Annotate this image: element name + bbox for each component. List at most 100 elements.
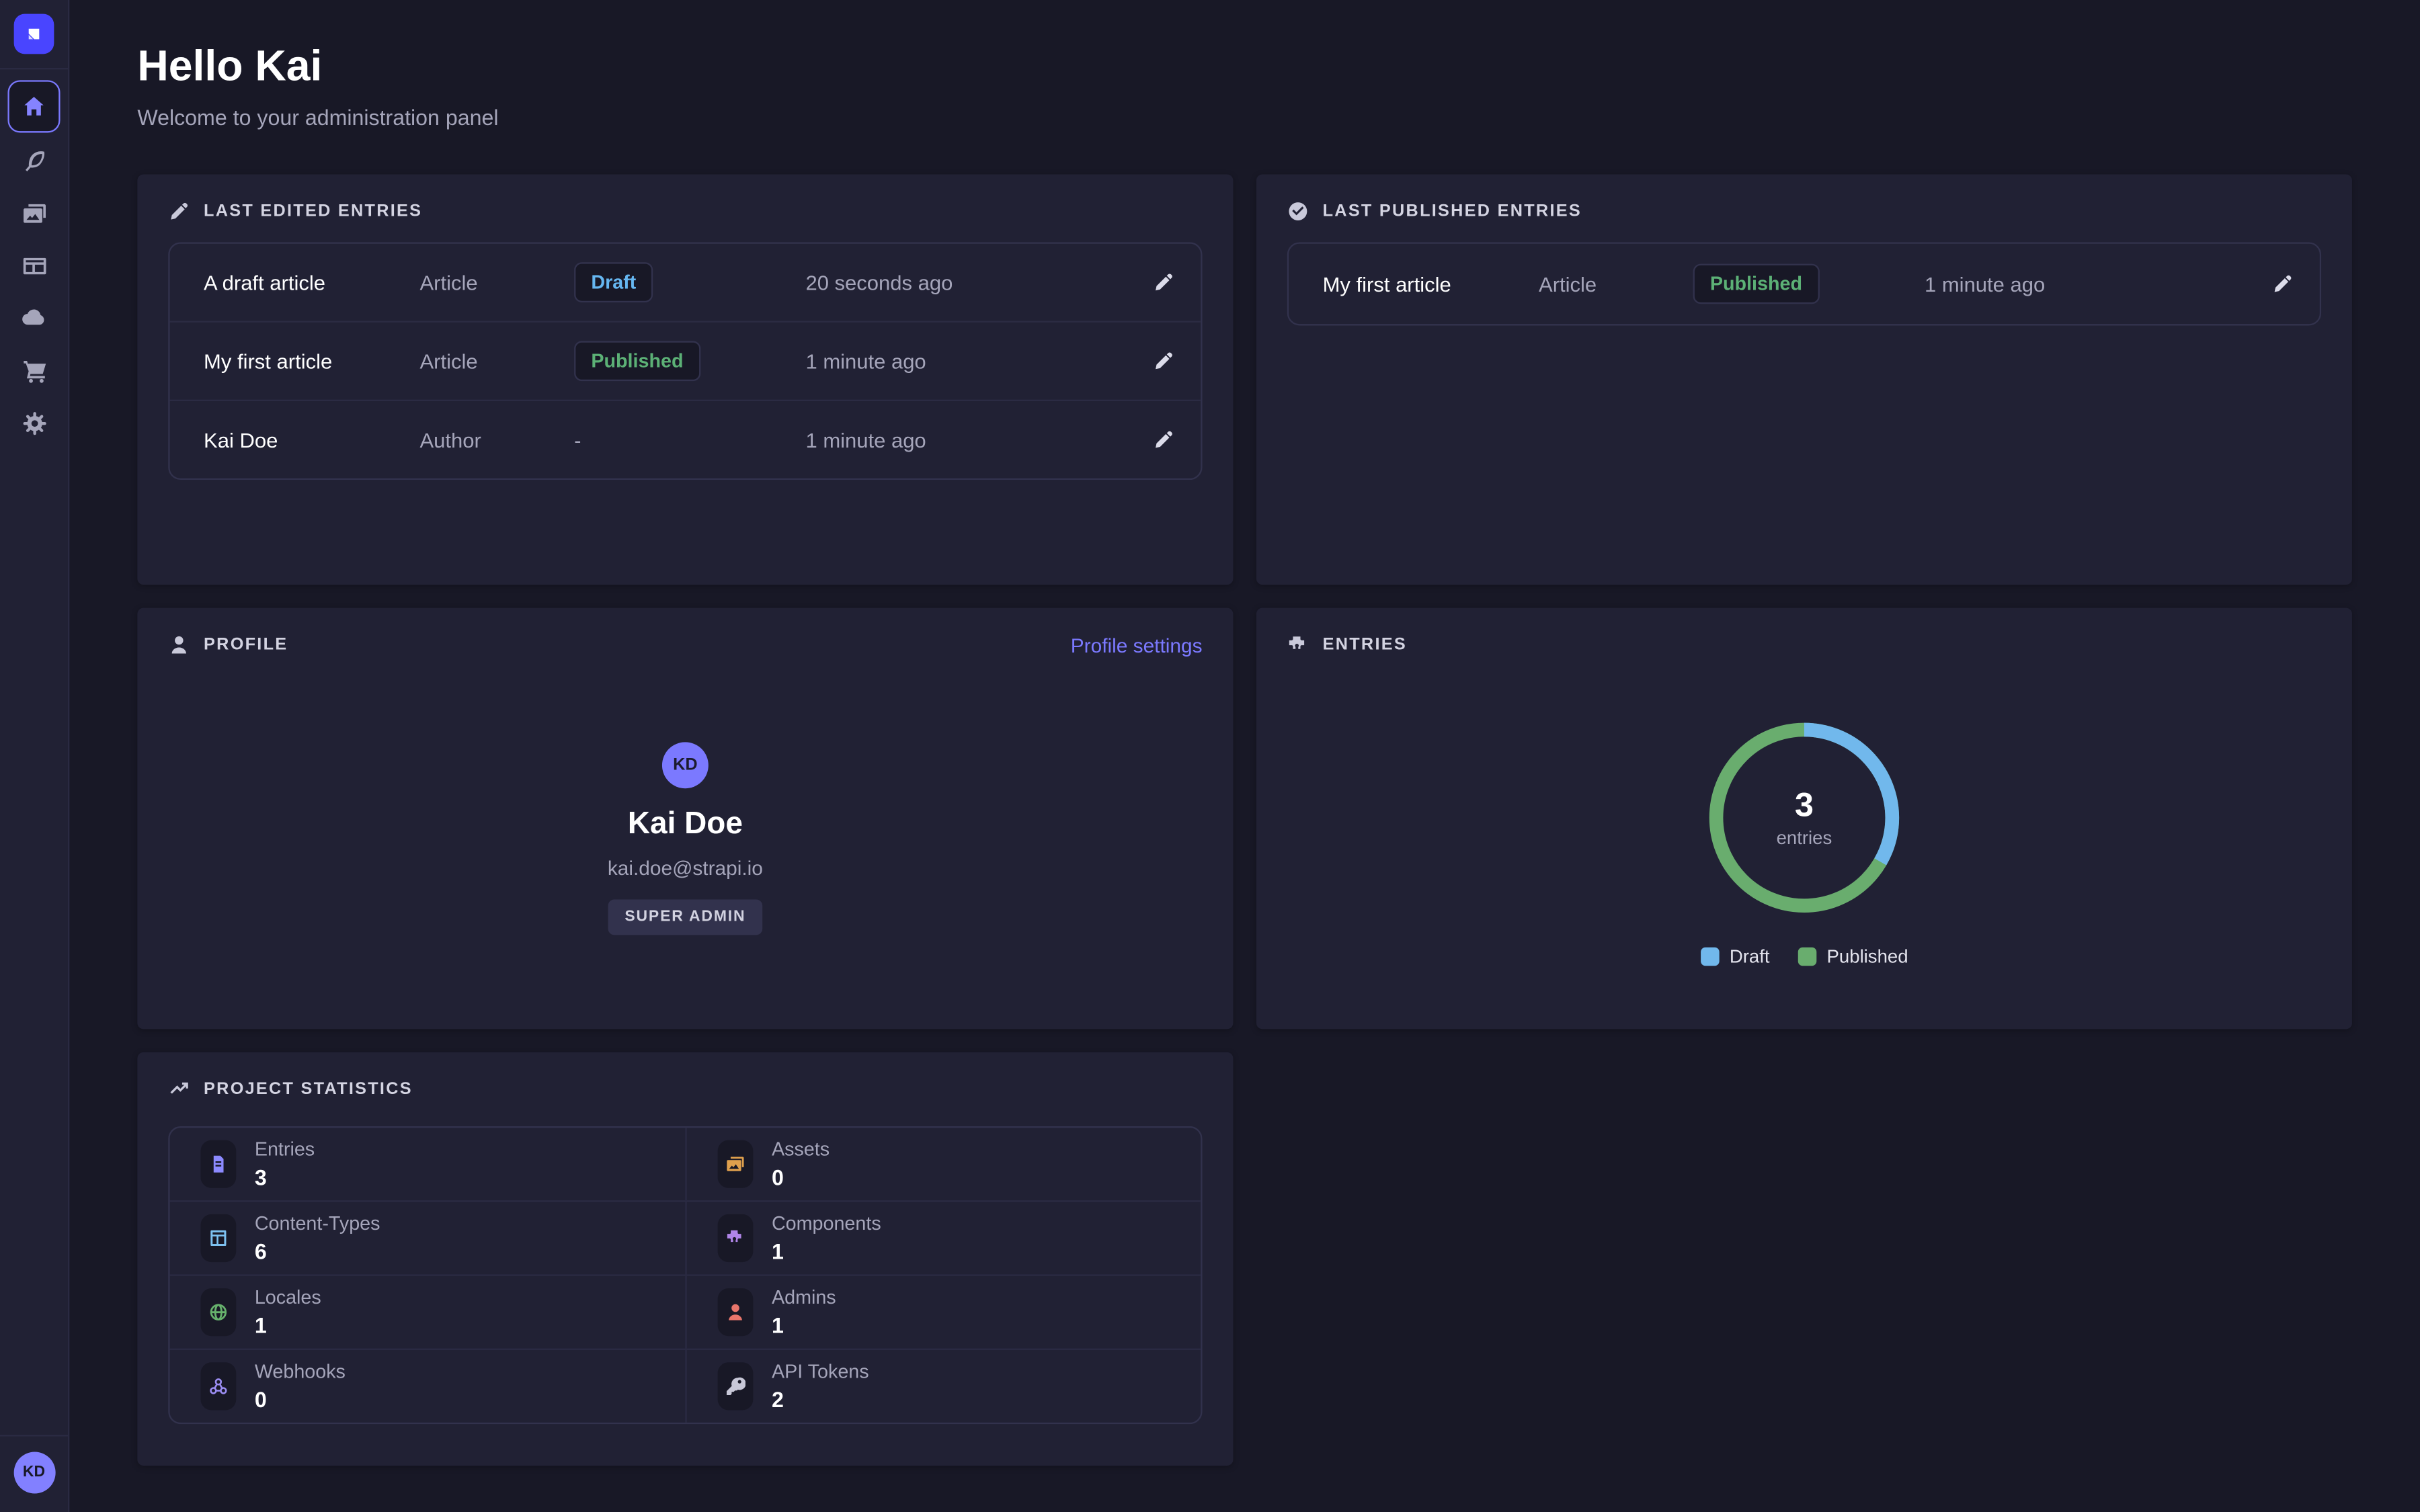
table-row: My first article Article Published 1 min… xyxy=(170,321,1201,400)
strapi-logo-icon xyxy=(14,14,54,54)
main-content: Hello Kai Welcome to your administration… xyxy=(69,0,2420,1512)
entry-time: 1 minute ago xyxy=(805,428,1123,451)
entry-kind: Author xyxy=(419,428,574,451)
entry-name: Kai Doe xyxy=(204,428,419,451)
sidebar-item-media-library[interactable] xyxy=(9,188,58,237)
published-swatch xyxy=(1798,948,1816,966)
sidebar-footer: KD xyxy=(0,1435,68,1512)
sidebar-item-content-manager[interactable] xyxy=(9,136,58,185)
entries-table: My first article Article Published 1 min… xyxy=(1287,242,2321,325)
file-icon xyxy=(200,1140,236,1188)
stat-value: 1 xyxy=(772,1238,881,1264)
legend-label: Draft xyxy=(1730,946,1770,967)
legend-item-draft: Draft xyxy=(1700,946,1769,967)
entry-kind: Article xyxy=(1539,272,1693,295)
edit-entry-button[interactable] xyxy=(2261,262,2304,305)
stat-content-types: Content-Types 6 xyxy=(170,1202,686,1275)
entries-donut-chart: 3 entries xyxy=(1696,710,1912,925)
widget-header: PROJECT STATISTICS xyxy=(168,1077,1202,1102)
legend-item-published: Published xyxy=(1798,946,1908,967)
stat-label: Content-Types xyxy=(255,1212,380,1234)
table-row: My first article Article Published 1 min… xyxy=(1289,244,2320,324)
widget-title: LAST PUBLISHED ENTRIES xyxy=(1323,202,1582,221)
stat-value: 2 xyxy=(772,1386,869,1413)
profile-settings-link[interactable]: Profile settings xyxy=(1071,633,1203,656)
page-title: Hello Kai xyxy=(137,37,2352,95)
page-header: Hello Kai Welcome to your administration… xyxy=(137,37,2352,132)
check-circle-icon xyxy=(1287,200,1309,222)
table-row: Kai Doe Author - 1 minute ago xyxy=(170,400,1201,478)
widget-title: LAST EDITED ENTRIES xyxy=(204,202,422,221)
layout-icon xyxy=(21,252,47,278)
stat-api-tokens: API Tokens 2 xyxy=(685,1350,1201,1423)
draft-swatch xyxy=(1700,948,1719,966)
puzzle-icon xyxy=(1287,634,1309,656)
profile-email: kai.doe@strapi.io xyxy=(608,855,763,882)
widget-title: PROJECT STATISTICS xyxy=(204,1080,413,1099)
status-badge: Published xyxy=(574,341,700,381)
stat-label: Admins xyxy=(772,1286,836,1309)
sidebar: KD xyxy=(0,0,69,1512)
entries-count: 3 xyxy=(1795,787,1814,824)
profile-name: Kai Doe xyxy=(628,804,743,845)
sidebar-item-settings[interactable] xyxy=(9,398,58,447)
stats-table: Entries 3 Assets 0 xyxy=(168,1126,1202,1424)
widget-entries-chart: ENTRIES 3 entries Draft xyxy=(1256,608,2352,1030)
cart-icon xyxy=(21,358,47,384)
images-icon xyxy=(21,200,47,226)
sidebar-item-deploy[interactable] xyxy=(9,293,58,342)
widget-title: PROFILE xyxy=(204,636,288,655)
widget-project-statistics: PROJECT STATISTICS Entries 3 xyxy=(137,1052,1233,1466)
table-row: A draft article Article Draft 20 seconds… xyxy=(170,244,1201,321)
stats-row: Locales 1 Admins 1 xyxy=(170,1274,1201,1348)
entry-kind: Article xyxy=(419,271,574,294)
puzzle-icon xyxy=(718,1214,754,1262)
stat-value: 3 xyxy=(255,1164,315,1190)
page-subtitle: Welcome to your administration panel xyxy=(137,102,2352,133)
donut-center-label: 3 entries xyxy=(1696,710,1912,925)
legend-label: Published xyxy=(1827,946,1908,967)
entry-name: My first article xyxy=(204,349,419,372)
entry-time: 20 seconds ago xyxy=(805,271,1123,294)
widget-profile: PROFILE Profile settings KD Kai Doe kai.… xyxy=(137,608,1233,1030)
stat-value: 6 xyxy=(255,1238,380,1264)
widget-header: ENTRIES xyxy=(1287,632,2321,657)
strapi-admin-dashboard: KD Hello Kai Welcome to your administrat… xyxy=(0,0,2420,1512)
entry-kind: Article xyxy=(419,349,574,372)
gear-icon xyxy=(21,410,47,436)
entries-count-label: entries xyxy=(1777,827,1832,849)
stat-webhooks: Webhooks 0 xyxy=(170,1350,686,1423)
widget-title: ENTRIES xyxy=(1323,636,1407,655)
entry-time: 1 minute ago xyxy=(805,349,1123,372)
stat-value: 1 xyxy=(772,1312,836,1339)
image-icon xyxy=(718,1140,754,1188)
sidebar-item-content-type-builder[interactable] xyxy=(9,241,58,290)
status-badge: Published xyxy=(1693,264,1820,304)
entry-status-empty: - xyxy=(574,428,805,451)
user-icon xyxy=(168,634,190,656)
home-icon xyxy=(22,94,46,119)
sidebar-item-home[interactable] xyxy=(7,80,60,132)
edit-entry-button[interactable] xyxy=(1142,339,1185,382)
profile-role-badge: SUPER ADMIN xyxy=(608,900,763,935)
stat-label: Locales xyxy=(255,1286,321,1309)
edit-entry-button[interactable] xyxy=(1142,261,1185,304)
status-badge: Draft xyxy=(574,262,653,302)
stat-locales: Locales 1 xyxy=(170,1276,686,1349)
cloud-icon xyxy=(20,304,48,331)
widget-header: LAST EDITED ENTRIES xyxy=(168,199,1202,224)
stat-label: Assets xyxy=(772,1138,830,1161)
stats-row: Content-Types 6 Components 1 xyxy=(170,1200,1201,1274)
edit-entry-button[interactable] xyxy=(1142,418,1185,461)
stat-value: 0 xyxy=(255,1386,346,1413)
stat-admins: Admins 1 xyxy=(685,1276,1201,1349)
stat-entries: Entries 3 xyxy=(170,1128,686,1200)
sidebar-nav xyxy=(7,69,60,450)
sidebar-item-marketplace[interactable] xyxy=(9,345,58,394)
pencil-icon xyxy=(168,200,190,222)
user-avatar[interactable]: KD xyxy=(13,1452,55,1493)
layout-icon xyxy=(200,1214,236,1262)
entry-name: A draft article xyxy=(204,271,419,294)
stat-value: 0 xyxy=(772,1164,830,1190)
widget-header: LAST PUBLISHED ENTRIES xyxy=(1287,199,2321,224)
